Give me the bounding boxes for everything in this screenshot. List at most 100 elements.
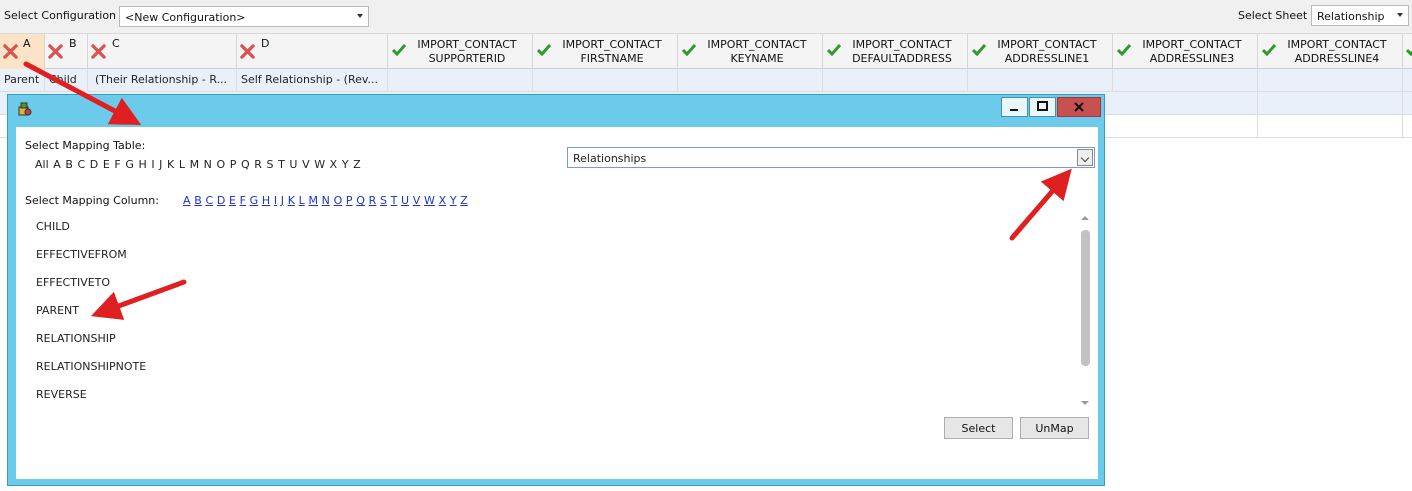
table-filter-letter[interactable]: L: [179, 158, 185, 171]
table-filter-letter[interactable]: U: [289, 158, 297, 171]
column-filter-letter[interactable]: V: [413, 194, 421, 207]
table-filter-letter[interactable]: C: [78, 158, 86, 171]
column-filter-letter[interactable]: T: [391, 194, 398, 207]
column-filter-letter[interactable]: Q: [356, 194, 365, 207]
table-filter-letter[interactable]: R: [254, 158, 262, 171]
column-header-addressline1[interactable]: IMPORT_CONTACT ADDRESSLINE1: [968, 34, 1113, 70]
table-filter-letter[interactable]: G: [125, 158, 134, 171]
close-button[interactable]: [1057, 97, 1101, 117]
column-header-a[interactable]: A: [0, 34, 45, 70]
column-list-scrollbar[interactable]: [1076, 212, 1094, 407]
column-filter-letter[interactable]: L: [299, 194, 305, 207]
table-filter-letter[interactable]: A: [53, 158, 61, 171]
list-item[interactable]: CHILD: [36, 220, 70, 233]
column-header-defaultaddress[interactable]: IMPORT_CONTACT DEFAULTADDRESS: [823, 34, 968, 70]
column-filter-letter[interactable]: B: [194, 194, 202, 207]
grid-cell[interactable]: [388, 69, 533, 91]
column-filter-letter[interactable]: D: [217, 194, 225, 207]
column-header-supporterid[interactable]: IMPORT_CONTACT SUPPORTERID: [388, 34, 533, 70]
grid-cell[interactable]: [1258, 92, 1403, 114]
list-item[interactable]: EFFECTIVEFROM: [36, 248, 127, 261]
mapping-table-select[interactable]: Relationships: [567, 147, 1095, 168]
list-item[interactable]: RELATIONSHIPNOTE: [36, 360, 146, 373]
column-filter-letter[interactable]: J: [281, 194, 284, 207]
list-item[interactable]: EFFECTIVETO: [36, 276, 110, 289]
column-filter-letter[interactable]: G: [250, 194, 259, 207]
table-filter-letter[interactable]: O: [216, 158, 225, 171]
column-header-d[interactable]: D: [237, 34, 388, 70]
grid-cell[interactable]: Child: [45, 69, 88, 91]
select-button[interactable]: Select: [944, 417, 1013, 439]
grid-cell[interactable]: (Their Relationship - R...: [88, 69, 237, 91]
table-filter-letter[interactable]: S: [267, 158, 274, 171]
sheet-select[interactable]: Relationship: [1311, 5, 1409, 26]
list-item[interactable]: REVERSE: [36, 388, 87, 401]
table-filter-letter[interactable]: F: [114, 158, 120, 171]
table-filter-letter[interactable]: All: [35, 158, 49, 171]
column-header-firstname[interactable]: IMPORT_CONTACT FIRSTNAME: [533, 34, 678, 70]
column-filter-letter[interactable]: R: [369, 194, 377, 207]
grid-cell[interactable]: Parent: [0, 69, 45, 91]
grid-cell[interactable]: [1258, 69, 1403, 91]
grid-cell[interactable]: Self Relationship - (Rev...: [237, 69, 388, 91]
grid-cell[interactable]: [1258, 115, 1403, 137]
table-filter-letter[interactable]: J: [159, 158, 162, 171]
grid-cell[interactable]: [968, 69, 1113, 91]
grid-cell[interactable]: [533, 69, 678, 91]
table-filter-letter[interactable]: W: [314, 158, 325, 171]
table-filter-letter[interactable]: X: [330, 158, 338, 171]
grid-cell[interactable]: [823, 69, 968, 91]
column-filter-letter[interactable]: O: [334, 194, 343, 207]
column-filter-letter[interactable]: U: [401, 194, 409, 207]
table-filter-letter[interactable]: Y: [342, 158, 349, 171]
scroll-thumb[interactable]: [1081, 230, 1090, 366]
table-filter-letter[interactable]: I: [151, 158, 154, 171]
column-filter-letter[interactable]: I: [274, 194, 277, 207]
column-filter-letter[interactable]: A: [183, 194, 191, 207]
table-filter-letter[interactable]: N: [204, 158, 212, 171]
table-filter-letter[interactable]: E: [103, 158, 110, 171]
grid-cell[interactable]: [1113, 69, 1258, 91]
table-filter-letter[interactable]: M: [190, 158, 200, 171]
column-header-c[interactable]: C: [88, 34, 237, 70]
table-filter-letter[interactable]: K: [167, 158, 174, 171]
table-filter-letter[interactable]: D: [90, 158, 98, 171]
column-filter-letter[interactable]: X: [439, 194, 447, 207]
column-filter-letter[interactable]: F: [240, 194, 246, 207]
column-filter-letter[interactable]: P: [346, 194, 353, 207]
grid-cell[interactable]: [678, 69, 823, 91]
dialog-titlebar[interactable]: [8, 95, 1104, 121]
table-filter-letter[interactable]: H: [138, 158, 146, 171]
column-header-keyname[interactable]: IMPORT_CONTACT KEYNAME: [678, 34, 823, 70]
column-filter-letter[interactable]: H: [262, 194, 270, 207]
column-header-addressline4[interactable]: IMPORT_CONTACT ADDRESSLINE4: [1258, 34, 1403, 70]
table-filter-letter[interactable]: P: [230, 158, 237, 171]
table-filter-letter[interactable]: B: [65, 158, 73, 171]
table-filter-letter[interactable]: Z: [353, 158, 361, 171]
unmap-button[interactable]: UnMap: [1020, 417, 1089, 439]
column-header-next[interactable]: [1403, 34, 1412, 70]
column-filter-letter[interactable]: Z: [460, 194, 468, 207]
list-item[interactable]: RELATIONSHIP: [36, 332, 116, 345]
column-filter-letter[interactable]: K: [288, 194, 295, 207]
minimize-button[interactable]: [1001, 97, 1028, 117]
table-filter-letter[interactable]: Q: [241, 158, 250, 171]
grid-cell[interactable]: [1113, 92, 1258, 114]
column-filter-letter[interactable]: W: [424, 194, 435, 207]
column-filter-letter[interactable]: S: [380, 194, 387, 207]
column-header-b[interactable]: B: [45, 34, 88, 70]
scroll-up-icon[interactable]: [1081, 216, 1089, 220]
column-filter-letter[interactable]: N: [322, 194, 330, 207]
table-filter-letter[interactable]: V: [302, 158, 310, 171]
scroll-down-icon[interactable]: [1081, 401, 1089, 405]
config-select[interactable]: <New Configuration>: [119, 6, 369, 27]
column-filter-letter[interactable]: C: [205, 194, 213, 207]
table-row[interactable]: Parent Child (Their Relationship - R... …: [0, 69, 1412, 92]
maximize-button[interactable]: [1029, 97, 1056, 117]
column-header-addressline3[interactable]: IMPORT_CONTACT ADDRESSLINE3: [1113, 34, 1258, 70]
column-filter-letter[interactable]: Y: [450, 194, 457, 207]
column-filter-letter[interactable]: E: [229, 194, 236, 207]
chevron-down-icon[interactable]: [1077, 149, 1093, 166]
list-item[interactable]: PARENT: [36, 304, 79, 317]
grid-cell[interactable]: [1113, 115, 1258, 137]
